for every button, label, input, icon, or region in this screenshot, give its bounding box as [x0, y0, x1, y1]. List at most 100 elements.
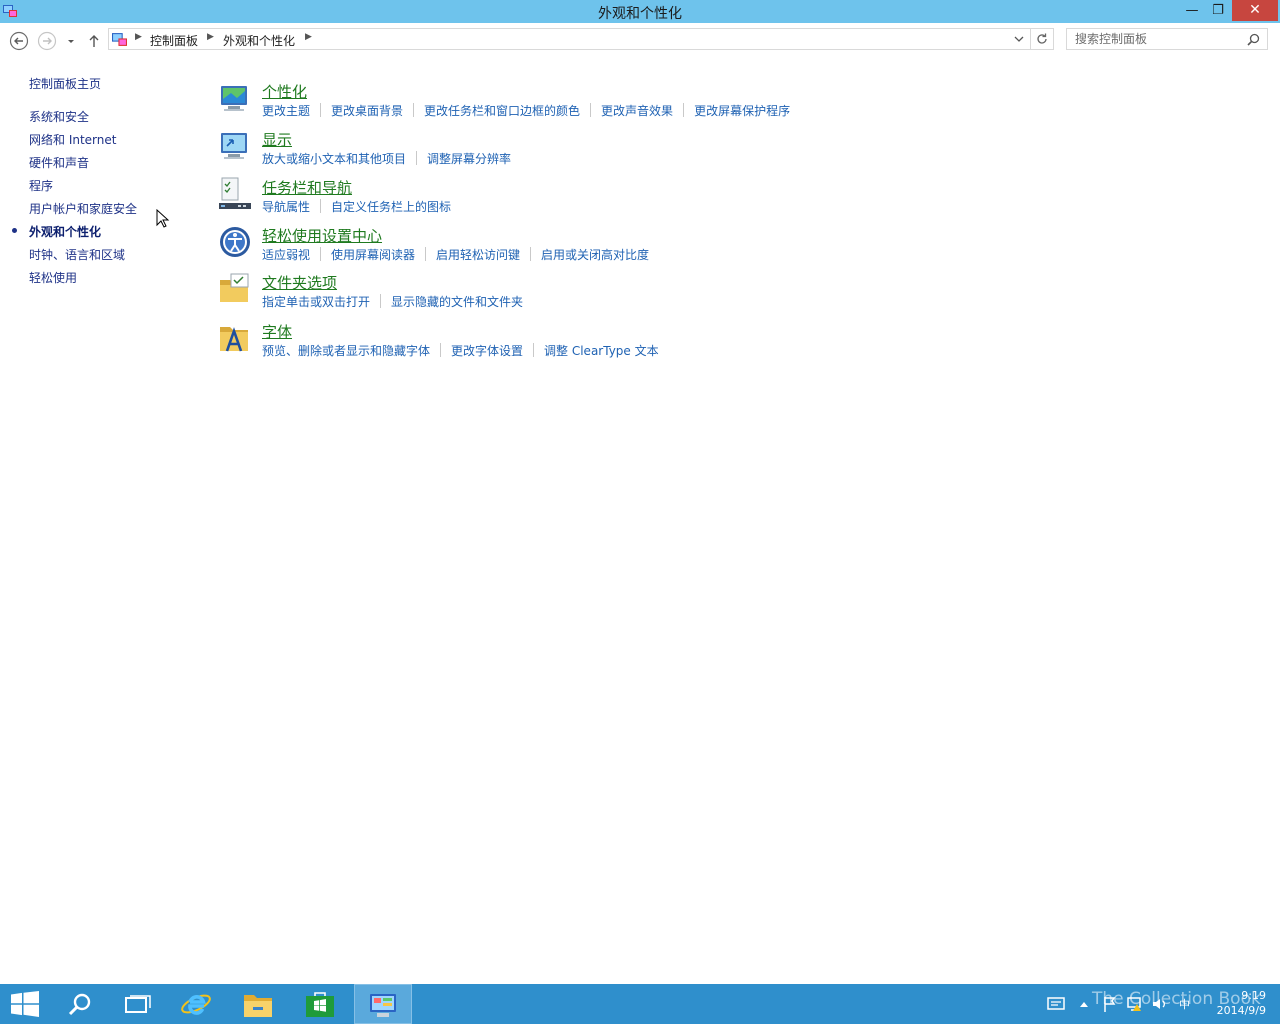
clock[interactable]: 9:19 2014/9/9 — [1200, 988, 1266, 1018]
taskbar-internet-explorer[interactable] — [168, 984, 224, 1024]
fonts-links: 预览、删除或者显示和隐藏字体 更改字体设置 调整 ClearType 文本 — [262, 342, 659, 359]
folder-options-icon[interactable] — [218, 272, 252, 306]
link-screen-reader[interactable]: 使用屏幕阅读器 — [331, 248, 415, 262]
category-title-taskbar[interactable]: 任务栏和导航 — [262, 177, 352, 198]
category-title-folder-options[interactable]: 文件夹选项 — [262, 272, 337, 293]
link-customize-taskbar-icons[interactable]: 自定义任务栏上的图标 — [331, 200, 451, 214]
breadcrumb-appearance[interactable]: 外观和个性化 — [223, 32, 295, 49]
volume-icon[interactable] — [1151, 995, 1169, 1013]
link-change-window-color[interactable]: 更改任务栏和窗口边框的颜色 — [424, 104, 580, 118]
divider — [1030, 29, 1031, 49]
taskbar-store[interactable] — [292, 984, 348, 1024]
sidebar-item-home[interactable]: 控制面板主页 — [29, 75, 101, 92]
divider — [533, 343, 535, 357]
divider — [320, 199, 322, 213]
link-screen-resolution[interactable]: 调整屏幕分辨率 — [427, 152, 511, 166]
category-title-personalization[interactable]: 个性化 — [262, 81, 307, 102]
link-change-sounds[interactable]: 更改声音效果 — [601, 104, 673, 118]
link-change-theme[interactable]: 更改主题 — [262, 104, 310, 118]
link-change-desktop-background[interactable]: 更改桌面背景 — [331, 104, 403, 118]
active-indicator — [12, 228, 17, 233]
link-navigation-properties[interactable]: 导航属性 — [262, 200, 310, 214]
category-title-ease-of-access[interactable]: 轻松使用设置中心 — [262, 225, 382, 246]
forward-icon[interactable] — [37, 31, 57, 51]
sidebar-item-clock-region[interactable]: 时钟、语言和区域 — [29, 246, 125, 263]
divider — [425, 247, 427, 261]
close-button[interactable]: ✕ — [1232, 0, 1278, 21]
category-ease-of-access: 轻松使用设置中心 适应弱视 使用屏幕阅读器 启用轻松访问键 启用或关闭高对比度 — [218, 225, 858, 271]
refresh-icon[interactable] — [1035, 32, 1049, 46]
control-panel-icon — [370, 994, 396, 1017]
up-icon[interactable] — [86, 31, 102, 51]
category-display: 显示 放大或缩小文本和其他项目 调整屏幕分辨率 — [218, 129, 858, 175]
category-taskbar-navigation: 任务栏和导航 导航属性 自定义任务栏上的图标 — [218, 177, 858, 223]
ease-of-access-icon[interactable] — [218, 225, 252, 259]
ease-of-access-links: 适应弱视 使用屏幕阅读器 启用轻松访问键 启用或关闭高对比度 — [262, 246, 649, 263]
divider — [416, 151, 418, 165]
link-show-hidden-files[interactable]: 显示隐藏的文件和文件夹 — [391, 295, 523, 309]
back-icon[interactable] — [9, 31, 29, 51]
control-panel-icon — [112, 33, 127, 46]
window-title: 外观和个性化 — [598, 6, 682, 22]
clock-time: 9:19 — [1241, 989, 1266, 1002]
search-input[interactable] — [1067, 29, 1250, 49]
category-personalization: 个性化 更改主题 更改桌面背景 更改任务栏和窗口边框的颜色 更改声音效果 更改屏幕保护程… — [218, 81, 858, 127]
breadcrumb-separator-icon[interactable]: ▶ — [135, 32, 142, 42]
link-change-screen-saver[interactable]: 更改屏幕保护程序 — [694, 104, 790, 118]
action-center-icon[interactable] — [1046, 994, 1066, 1014]
address-dropdown-icon[interactable] — [1014, 35, 1024, 43]
breadcrumb-separator-icon[interactable]: ▶ — [207, 32, 214, 42]
taskbar-control-panel[interactable] — [354, 984, 412, 1024]
taskbar-icon[interactable] — [218, 177, 252, 211]
search-icon[interactable] — [1247, 33, 1260, 46]
divider — [413, 103, 415, 117]
divider — [683, 103, 685, 117]
taskbar-file-explorer[interactable] — [229, 984, 285, 1024]
divider — [530, 247, 532, 261]
taskbar-search-button[interactable] — [52, 984, 108, 1024]
link-single-double-click[interactable]: 指定单击或双击打开 — [262, 295, 370, 309]
clock-date: 2014/9/9 — [1216, 1004, 1266, 1017]
display-icon[interactable] — [218, 129, 252, 163]
link-optimize-visual[interactable]: 适应弱视 — [262, 248, 310, 262]
search-box[interactable] — [1066, 28, 1268, 50]
flag-icon[interactable] — [1102, 995, 1118, 1013]
link-high-contrast[interactable]: 启用或关闭高对比度 — [541, 248, 649, 262]
mouse-cursor-icon — [156, 209, 170, 228]
taskbar-links: 导航属性 自定义任务栏上的图标 — [262, 198, 451, 215]
fonts-icon[interactable] — [218, 321, 252, 355]
sidebar-item-user-accounts[interactable]: 用户帐户和家庭安全 — [29, 200, 137, 217]
sidebar-item-system-security[interactable]: 系统和安全 — [29, 108, 89, 125]
maximize-button[interactable]: ❐ — [1207, 0, 1229, 21]
link-preview-fonts[interactable]: 预览、删除或者显示和隐藏字体 — [262, 344, 430, 358]
link-font-settings[interactable]: 更改字体设置 — [451, 344, 523, 358]
sidebar-item-ease-of-access[interactable]: 轻松使用 — [29, 269, 77, 286]
taskbar: The Collection Book 中 9:19 2014/9/9 — [0, 984, 1280, 1024]
start-button[interactable] — [0, 984, 56, 1024]
divider — [590, 103, 592, 117]
breadcrumb-separator-icon[interactable]: ▶ — [305, 32, 312, 42]
divider — [440, 343, 442, 357]
sidebar-item-programs[interactable]: 程序 — [29, 177, 53, 194]
breadcrumb-control-panel[interactable]: 控制面板 — [150, 32, 198, 49]
input-method-indicator[interactable]: 中 — [1179, 996, 1190, 1012]
sidebar-item-appearance[interactable]: 外观和个性化 — [29, 223, 101, 240]
sidebar-item-network[interactable]: 网络和 Internet — [29, 131, 116, 148]
category-title-fonts[interactable]: 字体 — [262, 321, 292, 342]
folder-icon — [244, 995, 272, 1017]
personalization-icon[interactable] — [218, 81, 252, 115]
link-access-keys[interactable]: 启用轻松访问键 — [436, 248, 520, 262]
link-cleartype[interactable]: 调整 ClearType 文本 — [544, 344, 659, 358]
category-title-display[interactable]: 显示 — [262, 129, 292, 150]
sidebar-item-hardware-sound[interactable]: 硬件和声音 — [29, 154, 89, 171]
address-bar[interactable]: ▶ 控制面板 ▶ 外观和个性化 ▶ — [108, 28, 1054, 50]
network-icon[interactable] — [1126, 995, 1144, 1013]
divider — [320, 103, 322, 117]
task-view-button[interactable] — [110, 984, 166, 1024]
category-fonts: 字体 预览、删除或者显示和隐藏字体 更改字体设置 调整 ClearType 文本 — [218, 321, 858, 367]
recent-locations-icon[interactable] — [64, 31, 78, 51]
link-zoom-text[interactable]: 放大或缩小文本和其他项目 — [262, 152, 406, 166]
folder-options-links: 指定单击或双击打开 显示隐藏的文件和文件夹 — [262, 293, 523, 310]
show-hidden-icons-icon[interactable] — [1078, 998, 1090, 1010]
minimize-button[interactable]: — — [1181, 0, 1203, 21]
